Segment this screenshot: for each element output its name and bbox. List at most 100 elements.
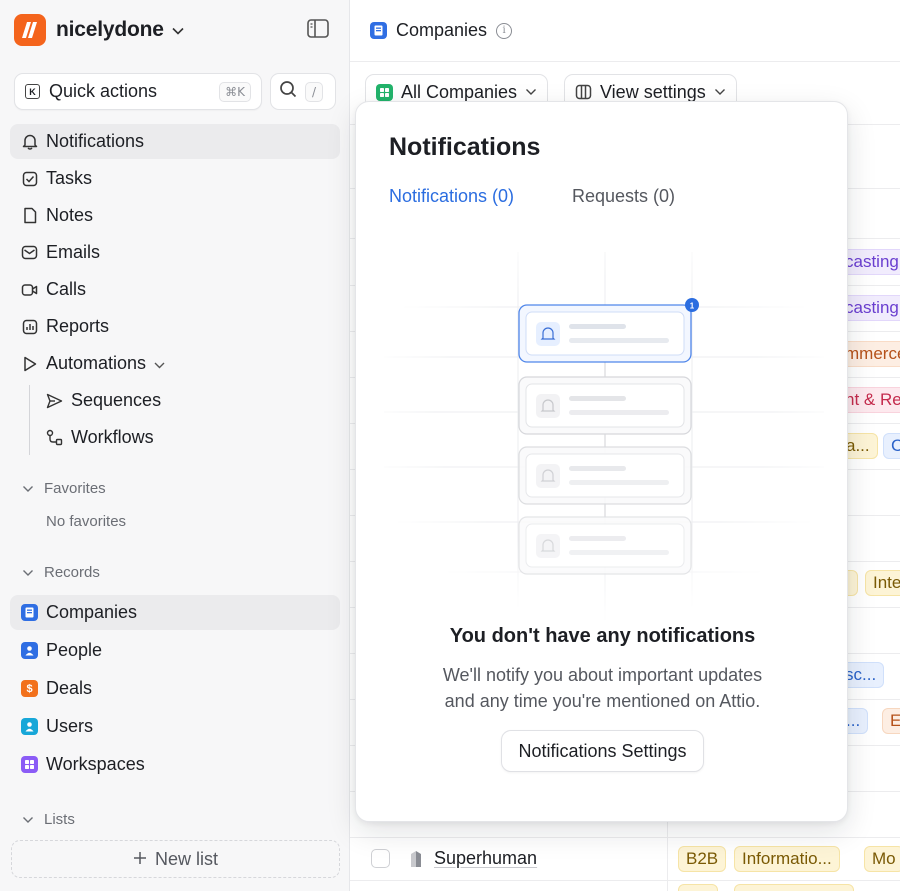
workspace-logo xyxy=(14,14,46,46)
sidebar: nicelydone K Quick actions ⌘K / Notifica… xyxy=(0,0,350,891)
empty-state-title: You don't have any notifications xyxy=(449,625,756,647)
favorites-section-toggle[interactable]: Favorites xyxy=(22,480,106,497)
nav-label: Tasks xyxy=(46,168,93,188)
chevron-down-icon xyxy=(23,485,33,492)
table-tag: C xyxy=(883,433,900,459)
records-item-deals[interactable]: $ Deals xyxy=(10,671,340,706)
plus-icon xyxy=(133,849,147,870)
view-settings-label: View settings xyxy=(600,81,706,102)
quick-actions-label: Quick actions xyxy=(49,81,158,101)
nav-label: Automations xyxy=(46,353,147,373)
workspace-switcher[interactable]: nicelydone xyxy=(14,14,184,46)
nav-workflows[interactable]: Workflows xyxy=(36,420,336,455)
nav-label: Reports xyxy=(46,316,110,336)
nav-label: People xyxy=(46,640,103,660)
search-button[interactable]: / xyxy=(270,73,336,110)
nav-label: Workflows xyxy=(71,427,154,447)
lists-section-toggle[interactable]: Lists xyxy=(22,811,75,828)
table-divider xyxy=(350,880,900,881)
records-item-people[interactable]: People xyxy=(10,633,340,668)
nav-notes[interactable]: Notes xyxy=(10,198,340,233)
records-item-users[interactable]: Users xyxy=(10,709,340,744)
empty-state-description: We'll notify you about important updates… xyxy=(356,662,847,714)
notifications-settings-button[interactable]: Notifications Settings xyxy=(501,730,704,772)
records-section-toggle[interactable]: Records xyxy=(22,564,100,581)
lists-heading: Lists xyxy=(44,811,75,828)
nav-label: Users xyxy=(46,716,94,736)
chevron-down-icon xyxy=(154,353,165,374)
page-title: Companies i xyxy=(370,20,513,41)
notification-badge: 1 xyxy=(690,302,695,311)
sidebar-toggle-icon[interactable] xyxy=(306,18,332,42)
nav-emails[interactable]: Emails xyxy=(10,235,340,270)
search-shortcut: / xyxy=(305,81,324,102)
tree-connector xyxy=(29,385,30,455)
nav-label: Notes xyxy=(46,205,94,225)
building-icon xyxy=(21,604,38,621)
nav-label: Notifications xyxy=(46,131,145,151)
table-tag xyxy=(734,884,854,891)
send-icon xyxy=(46,392,63,409)
nav-label: Emails xyxy=(46,242,101,262)
company-name-link[interactable]: Superhuman xyxy=(434,848,537,869)
nav-label: Sequences xyxy=(71,390,162,410)
columns-icon xyxy=(575,84,592,100)
new-list-label: New list xyxy=(154,848,218,869)
nav-automations[interactable]: Automations xyxy=(10,346,340,381)
nav-label: Deals xyxy=(46,678,93,698)
nav-sequences[interactable]: Sequences xyxy=(36,383,336,418)
grid-icon xyxy=(21,756,38,773)
user-icon xyxy=(21,718,38,735)
popover-title: Notifications xyxy=(389,133,541,161)
nav-notifications[interactable]: Notifications xyxy=(10,124,340,159)
row-checkbox[interactable] xyxy=(371,849,390,868)
notifications-popover: Notifications Notifications (0) Requests… xyxy=(355,101,848,822)
chevron-down-icon xyxy=(23,816,33,823)
search-icon xyxy=(279,80,297,103)
table-tag: Informatio... xyxy=(734,846,840,872)
building-icon xyxy=(370,22,387,39)
play-icon xyxy=(21,355,38,372)
mail-icon xyxy=(21,244,38,261)
chevron-down-icon xyxy=(172,23,184,38)
person-icon xyxy=(21,642,38,659)
view-selector-label: All Companies xyxy=(401,81,518,102)
table-divider xyxy=(350,837,900,838)
empty-state-description-line: and any time you're mentioned on Attio. xyxy=(444,691,761,711)
chart-icon xyxy=(21,318,38,335)
workflow-icon xyxy=(46,429,63,446)
records-item-workspaces[interactable]: Workspaces xyxy=(10,747,340,782)
info-icon[interactable]: i xyxy=(496,22,513,39)
chevron-down-icon xyxy=(23,569,33,576)
empty-notifications-illustration: 1 xyxy=(384,252,824,622)
nav-calls[interactable]: Calls xyxy=(10,272,340,307)
dollar-icon: $ xyxy=(21,680,38,697)
table-tag: B2B xyxy=(678,846,727,872)
table-tag: E xyxy=(882,708,900,734)
company-logo-icon xyxy=(408,850,425,868)
workspace-name: nicelydone xyxy=(56,18,164,41)
video-camera-icon xyxy=(21,281,38,298)
nav-label: Workspaces xyxy=(46,754,145,774)
table-tag: Inte xyxy=(865,570,900,596)
new-list-button[interactable]: New list xyxy=(11,840,340,878)
chevron-down-icon xyxy=(714,89,725,95)
records-heading: Records xyxy=(44,564,100,581)
chevron-down-icon xyxy=(526,89,537,95)
nav-tasks[interactable]: Tasks xyxy=(10,161,340,196)
checkbox-icon xyxy=(21,170,38,187)
grid-icon xyxy=(376,83,393,101)
tab-notifications[interactable]: Notifications (0) xyxy=(389,186,514,207)
nav-label: Companies xyxy=(46,602,138,622)
bell-icon xyxy=(21,133,38,150)
tab-requests[interactable]: Requests (0) xyxy=(572,186,675,207)
favorites-heading: Favorites xyxy=(44,480,106,497)
empty-state-description-line: We'll notify you about important updates xyxy=(442,665,763,685)
keyboard-k-icon: K xyxy=(25,84,40,99)
nav-reports[interactable]: Reports xyxy=(10,309,340,344)
quick-actions-shortcut: ⌘K xyxy=(219,81,251,102)
nav-label: Calls xyxy=(46,279,87,299)
records-item-companies[interactable]: Companies xyxy=(10,595,340,630)
table-tag: Mo xyxy=(864,846,900,872)
quick-actions-button[interactable]: K Quick actions ⌘K xyxy=(14,73,262,110)
